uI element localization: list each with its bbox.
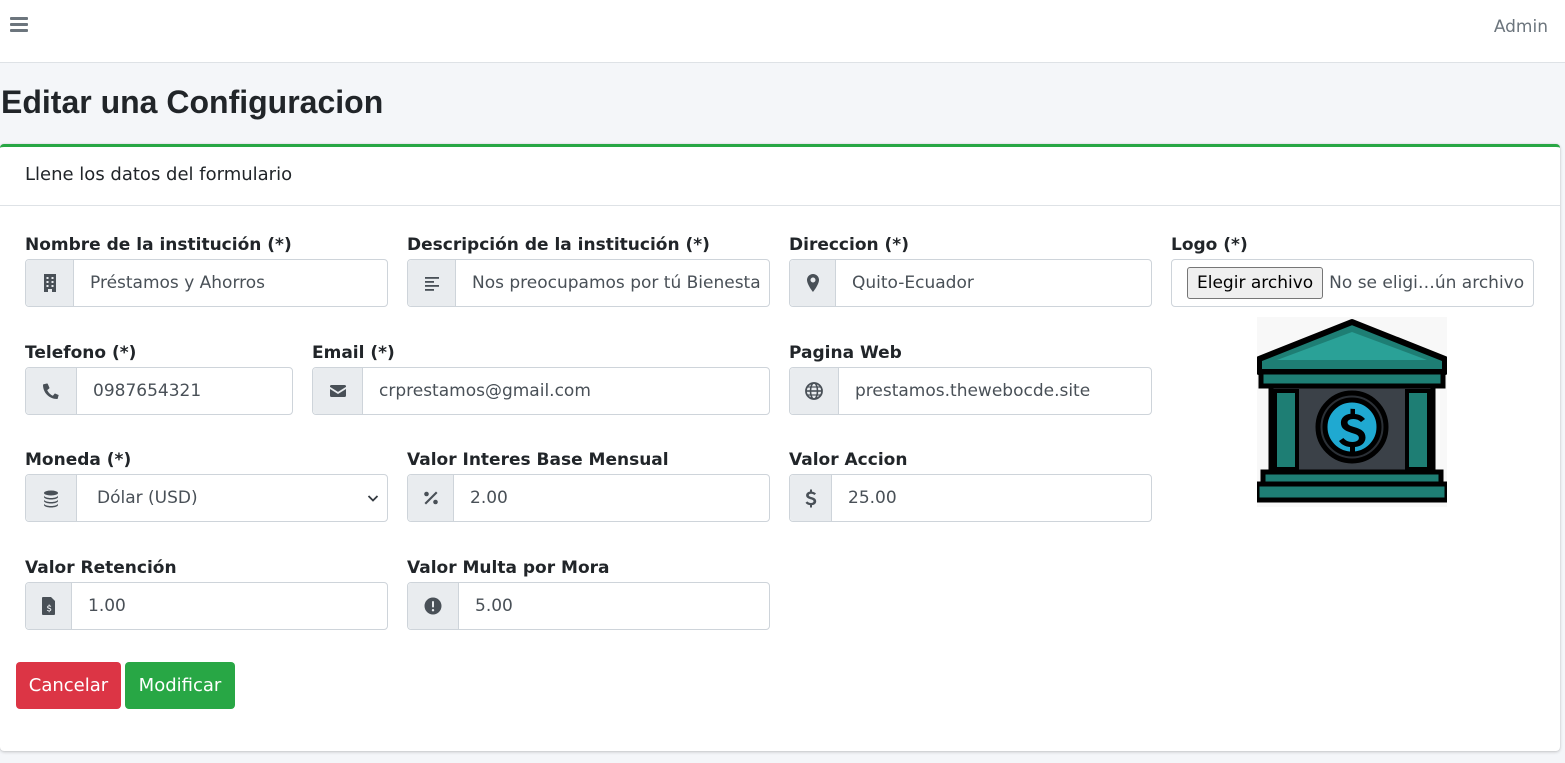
input-descripcion[interactable]: Nos preocupamos por tú Bienesta [407,259,770,307]
input-nombre-value[interactable]: Préstamos y Ahorros [74,260,387,306]
hamburger-icon[interactable] [10,17,30,37]
exclamation-circle-icon [408,583,459,629]
input-email[interactable]: crprestamos@gmail.com [312,367,770,415]
input-direccion[interactable]: Quito-Ecuador [789,259,1152,307]
field-email: Email (*) crprestamos@gmail.com [312,342,770,415]
label-retencion: Valor Retención [25,558,177,578]
align-left-icon [408,260,456,306]
logo-preview [1254,317,1450,507]
input-telefono[interactable]: 0987654321 [25,367,293,415]
invoice-dollar-icon [26,583,72,629]
chevron-down-icon [367,495,379,502]
input-web[interactable]: prestamos.thewebocde.site [789,367,1152,415]
phone-icon [26,368,77,414]
percent-icon [408,475,454,521]
globe-icon [790,368,839,414]
input-nombre[interactable]: Préstamos y Ahorros [25,259,388,307]
label-direccion: Direccion (*) [789,235,909,255]
dollar-icon [790,475,832,521]
label-email: Email (*) [312,343,395,363]
label-interes: Valor Interes Base Mensual [407,450,669,470]
input-accion-value[interactable]: 25.00 [832,475,1151,521]
input-retencion-value[interactable]: 1.00 [72,583,387,629]
bank-dollar-icon [1254,319,1450,503]
field-descripcion: Descripción de la institución (*) Nos pr… [407,234,770,307]
input-multa[interactable]: 5.00 [407,582,770,630]
user-menu-link[interactable]: Admin [1494,17,1548,37]
field-direccion: Direccion (*) Quito-Ecuador [789,234,1152,307]
input-interes-value[interactable]: 2.00 [454,475,769,521]
label-accion: Valor Accion [789,450,908,470]
input-retencion[interactable]: 1.00 [25,582,388,630]
input-interes[interactable]: 2.00 [407,474,770,522]
input-descripcion-value[interactable]: Nos preocupamos por tú Bienesta [456,260,769,306]
field-accion: Valor Accion 25.00 [789,449,1152,522]
label-logo: Logo (*) [1171,235,1248,255]
envelope-icon [313,368,363,414]
field-logo: Logo (*) Elegir archivo No se eligi…ún a… [1171,234,1534,307]
top-navbar: Admin [0,0,1565,63]
cancel-button[interactable]: Cancelar [16,662,121,709]
input-accion[interactable]: 25.00 [789,474,1152,522]
page-title: Editar una Configuracion [1,84,384,120]
building-icon [26,260,74,306]
field-web: Pagina Web prestamos.thewebocde.site [789,342,1152,415]
input-telefono-value[interactable]: 0987654321 [77,368,292,414]
input-direccion-value[interactable]: Quito-Ecuador [836,260,1151,306]
card-header: Llene los datos del formulario [0,147,1560,206]
select-moneda-value[interactable]: Dólar (USD) [77,475,387,521]
config-form-card: Llene los datos del formulario Nombre de… [0,144,1560,751]
coins-icon [26,475,77,521]
label-nombre: Nombre de la institución (*) [25,235,292,255]
label-multa: Valor Multa por Mora [407,558,610,578]
input-email-value[interactable]: crprestamos@gmail.com [363,368,769,414]
input-multa-value[interactable]: 5.00 [459,583,769,629]
label-telefono: Telefono (*) [25,343,137,363]
field-moneda: Moneda (*) Dólar (USD) [25,449,388,522]
choose-file-button[interactable]: Elegir archivo [1187,267,1324,299]
map-marker-icon [790,260,836,306]
label-descripcion: Descripción de la institución (*) [407,235,710,255]
field-telefono: Telefono (*) 0987654321 [25,342,293,415]
field-multa: Valor Multa por Mora 5.00 [407,557,770,630]
submit-button[interactable]: Modificar [125,662,235,709]
input-web-value[interactable]: prestamos.thewebocde.site [839,368,1151,414]
field-nombre: Nombre de la institución (*) Préstamos y… [25,234,388,307]
label-moneda: Moneda (*) [25,450,132,470]
field-interes: Valor Interes Base Mensual 2.00 [407,449,770,522]
file-status-text: No se eligi…ún archivo [1329,273,1525,293]
logo-file-input[interactable]: Elegir archivo No se eligi…ún archivo [1171,259,1534,307]
label-web: Pagina Web [789,343,902,363]
select-moneda[interactable]: Dólar (USD) [25,474,388,522]
field-retencion: Valor Retención 1.00 [25,557,388,630]
